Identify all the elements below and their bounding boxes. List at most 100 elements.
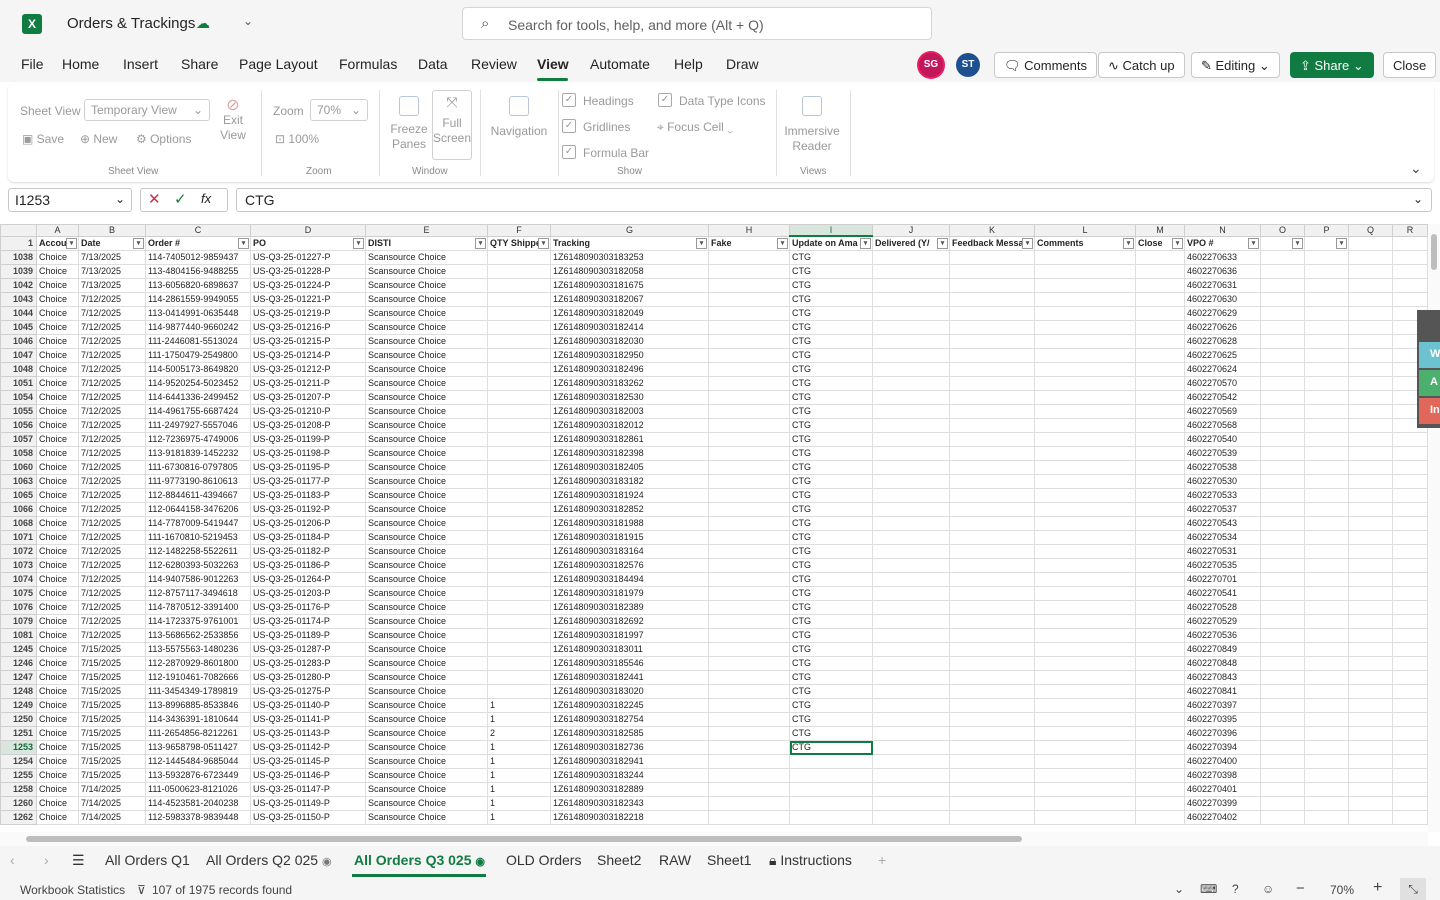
cell[interactable]	[1135, 600, 1185, 615]
cell[interactable]: 7/14/2025	[78, 782, 146, 797]
tab-next-icon[interactable]: ›	[44, 852, 49, 868]
cell[interactable]: 7/12/2025	[78, 292, 146, 307]
cell[interactable]	[1348, 642, 1393, 657]
cell[interactable]: Scansource Choice	[365, 684, 488, 699]
ribbon-collapse-icon[interactable]: ⌄	[1410, 160, 1422, 177]
cell[interactable]	[1034, 572, 1136, 587]
cell[interactable]: US-Q3-25-01174-P	[250, 614, 366, 629]
cell[interactable]: 1Z6148090303181924	[550, 488, 709, 503]
cell[interactable]	[708, 712, 790, 727]
cell[interactable]	[1348, 684, 1393, 699]
cell[interactable]	[708, 376, 790, 391]
cell[interactable]	[949, 754, 1035, 769]
cell[interactable]: 112-1482258-5522611	[145, 544, 251, 559]
cell[interactable]	[872, 558, 950, 573]
cell[interactable]	[872, 544, 950, 559]
cell[interactable]: Scansource Choice	[365, 446, 488, 461]
cell[interactable]	[487, 670, 551, 685]
cell[interactable]: 113-0414991-0635448	[145, 306, 251, 321]
cell[interactable]	[872, 278, 950, 293]
cell[interactable]	[487, 600, 551, 615]
cell[interactable]: 114-4961755-6687424	[145, 404, 251, 419]
cell[interactable]: 7/12/2025	[78, 460, 146, 475]
cell[interactable]	[708, 754, 790, 769]
cell[interactable]	[1034, 810, 1136, 825]
full-screen-button[interactable]: ⤧ Full Screen	[432, 90, 472, 160]
tab-sheet1[interactable]: Sheet1	[707, 852, 751, 868]
header-cell[interactable]: ▾	[1260, 235, 1305, 251]
cell[interactable]	[1260, 362, 1305, 377]
cell[interactable]: 4602270534	[1184, 530, 1261, 545]
cell[interactable]	[1304, 348, 1349, 363]
cell[interactable]: Scansource Choice	[365, 530, 488, 545]
cell[interactable]	[1348, 264, 1393, 279]
column-header[interactable]: R	[1392, 224, 1428, 237]
cell[interactable]	[1034, 670, 1136, 685]
row-header[interactable]: 1076	[0, 600, 37, 615]
cell[interactable]: 4602270628	[1184, 334, 1261, 349]
cell[interactable]	[1260, 530, 1305, 545]
cell[interactable]	[1392, 460, 1428, 475]
cell[interactable]	[1260, 600, 1305, 615]
cell[interactable]: US-Q3-25-01149-P	[250, 796, 366, 811]
cell[interactable]	[1135, 614, 1185, 629]
cell[interactable]	[708, 614, 790, 629]
cell[interactable]	[1260, 460, 1305, 475]
cell[interactable]: 1Z6148090303181988	[550, 516, 709, 531]
cell[interactable]	[1392, 446, 1428, 461]
cell[interactable]: 2	[487, 726, 551, 741]
cell[interactable]	[1392, 628, 1428, 643]
add-sheet-icon[interactable]: +	[878, 852, 886, 868]
cell[interactable]: CTG	[789, 390, 873, 405]
cell[interactable]	[1304, 264, 1349, 279]
cell[interactable]: 1	[487, 768, 551, 783]
cell[interactable]	[789, 796, 873, 811]
cell[interactable]: US-Q3-25-01141-P	[250, 712, 366, 727]
cell[interactable]: 7/12/2025	[78, 348, 146, 363]
cell[interactable]: 4602270843	[1184, 670, 1261, 685]
cell[interactable]: Choice	[36, 614, 79, 629]
cell[interactable]: 4602270570	[1184, 376, 1261, 391]
row-header[interactable]: 1258	[0, 782, 37, 797]
cell[interactable]	[1135, 754, 1185, 769]
cell[interactable]	[1034, 712, 1136, 727]
cell[interactable]: 111-9773190-8610613	[145, 474, 251, 489]
cell[interactable]	[1135, 782, 1185, 797]
cell[interactable]	[1304, 670, 1349, 685]
cell[interactable]: Choice	[36, 320, 79, 335]
cell[interactable]	[1260, 768, 1305, 783]
header-cell[interactable]	[1392, 235, 1428, 251]
cell[interactable]	[1392, 782, 1428, 797]
cell[interactable]	[1135, 306, 1185, 321]
side-tab[interactable]: In	[1419, 398, 1440, 424]
row-header[interactable]: 1056	[0, 418, 37, 433]
cell[interactable]	[1135, 502, 1185, 517]
row-header[interactable]: 1039	[0, 264, 37, 279]
cell[interactable]: Choice	[36, 362, 79, 377]
cell[interactable]: CTG	[789, 670, 873, 685]
cell[interactable]	[708, 600, 790, 615]
cell[interactable]: US-Q3-25-01199-P	[250, 432, 366, 447]
cell[interactable]: 111-1750479-2549800	[145, 348, 251, 363]
cell[interactable]: Scansource Choice	[365, 418, 488, 433]
cell[interactable]	[487, 418, 551, 433]
cell[interactable]	[708, 740, 790, 755]
cell[interactable]	[949, 250, 1035, 265]
cell[interactable]	[1348, 446, 1393, 461]
cell[interactable]	[949, 586, 1035, 601]
cell[interactable]	[487, 558, 551, 573]
cell[interactable]	[487, 516, 551, 531]
cell[interactable]	[1348, 810, 1393, 825]
cell[interactable]: CTG	[789, 488, 873, 503]
cell[interactable]	[949, 768, 1035, 783]
zoom-out-icon[interactable]: −	[1296, 880, 1305, 897]
cell[interactable]	[1392, 698, 1428, 713]
row-header[interactable]: 1038	[0, 250, 37, 265]
cell[interactable]	[1034, 614, 1136, 629]
cell[interactable]	[872, 334, 950, 349]
row-header[interactable]: 1055	[0, 404, 37, 419]
cell[interactable]: 7/12/2025	[78, 474, 146, 489]
cell[interactable]	[1348, 572, 1393, 587]
row-header[interactable]: 1071	[0, 530, 37, 545]
cell[interactable]	[789, 754, 873, 769]
